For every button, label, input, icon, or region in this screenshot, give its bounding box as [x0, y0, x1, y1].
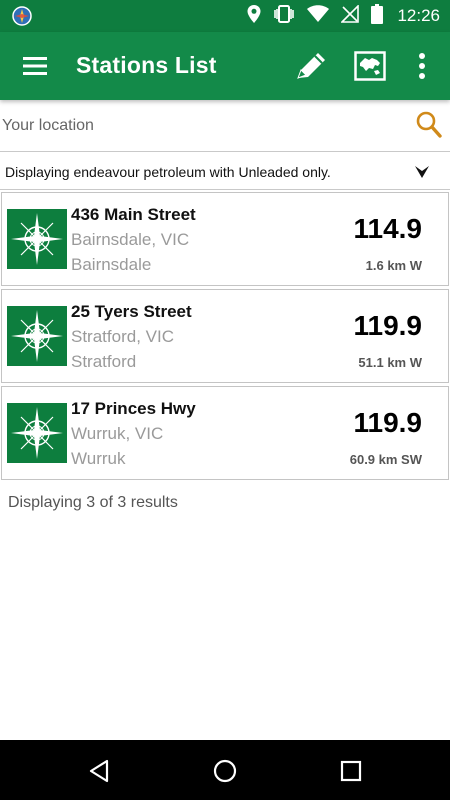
app-bar: Stations List: [0, 32, 450, 100]
clock: 12:26: [397, 6, 440, 25]
back-icon[interactable]: [86, 758, 112, 784]
station-card[interactable]: 25 Tyers Street Stratford, VIC Stratford…: [1, 289, 449, 383]
station-address: 25 Tyers Street: [71, 302, 192, 321]
station-distance: 51.1 km W: [358, 355, 422, 370]
station-logo-icon: [7, 306, 67, 366]
page-title: Stations List: [76, 52, 217, 78]
station-city: Wurruk, VIC: [71, 424, 164, 443]
station-address: 436 Main Street: [71, 205, 196, 224]
station-price: 119.9: [353, 407, 422, 438]
station-list: 436 Main Street Bairnsdale, VIC Bairnsda…: [0, 190, 450, 483]
vibrate-icon: [273, 4, 295, 28]
compass-notification-icon: [12, 6, 32, 31]
location-search-bar: [0, 100, 450, 152]
status-bar: 12:26: [0, 0, 450, 32]
station-city: Bairnsdale, VIC: [71, 230, 190, 249]
chevron-down-icon[interactable]: [414, 165, 430, 179]
home-icon[interactable]: [212, 758, 238, 784]
recents-icon[interactable]: [338, 758, 364, 784]
station-address: 17 Princes Hwy: [71, 399, 196, 418]
station-card[interactable]: 436 Main Street Bairnsdale, VIC Bairnsda…: [1, 192, 449, 286]
station-suburb: Bairnsdale: [71, 255, 152, 274]
menu-icon[interactable]: [22, 54, 48, 78]
system-nav-bar: [0, 740, 450, 800]
filter-text: Displaying endeavour petroleum with Unle…: [5, 164, 331, 180]
location-search-input[interactable]: [0, 108, 400, 144]
station-price: 119.9: [353, 310, 422, 341]
station-distance: 60.9 km SW: [349, 452, 422, 467]
station-logo-icon: [7, 209, 67, 269]
wifi-icon: [307, 5, 330, 27]
battery-icon: [371, 3, 384, 29]
station-suburb: Wurruk: [71, 449, 126, 468]
station-card[interactable]: 17 Princes Hwy Wurruk, VIC Wurruk 119.9 …: [1, 386, 449, 480]
results-count: Displaying 3 of 3 results: [8, 494, 178, 511]
overflow-menu-icon[interactable]: [414, 52, 430, 80]
pencil-icon[interactable]: [292, 50, 328, 82]
map-icon[interactable]: [354, 51, 386, 81]
location-icon: [247, 4, 261, 28]
station-price: 114.9: [353, 213, 422, 244]
station-logo-icon: [7, 403, 67, 463]
station-suburb: Stratford: [71, 352, 137, 371]
filter-dropdown[interactable]: Displaying endeavour petroleum with Unle…: [0, 156, 450, 190]
station-distance: 1.6 km W: [365, 258, 422, 273]
no-signal-icon: [340, 3, 360, 28]
search-icon[interactable]: [416, 111, 442, 139]
station-city: Stratford, VIC: [71, 327, 174, 346]
